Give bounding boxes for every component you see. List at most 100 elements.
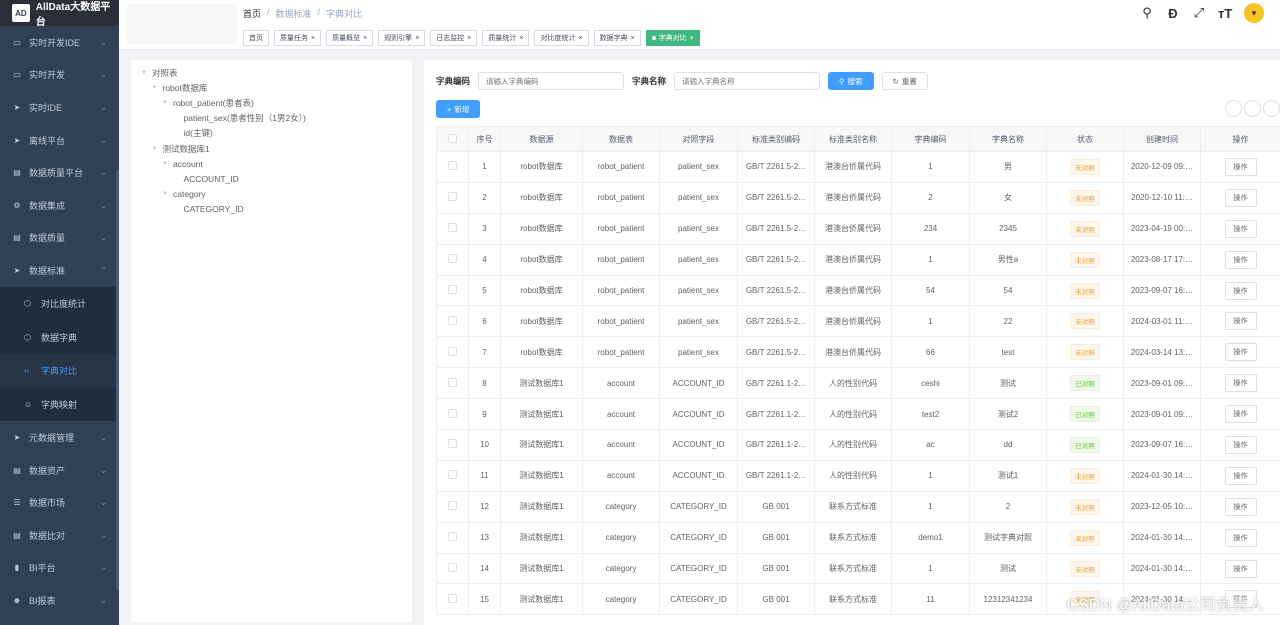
sidebar-item[interactable]: ☺ 字典映射 <box>0 388 119 422</box>
sidebar-item[interactable]: ▤ 数据质量平台 ⌄ <box>0 156 119 189</box>
sidebar-item[interactable]: ▭ 实时开发 ⌄ <box>0 59 119 92</box>
row-select-cell[interactable] <box>436 459 469 492</box>
row-checkbox[interactable] <box>448 470 457 480</box>
sidebar-item[interactable]: ▮ BI平台 ⌄ <box>0 552 119 585</box>
table-row[interactable]: 13 测试数据库1 category CATEGORY_ID GB 001 联系方式标准 d… <box>436 521 1280 554</box>
toggle-search-button[interactable] <box>1225 100 1242 117</box>
table-row[interactable]: 14 测试数据库1 category CATEGORY_ID GB 001 联系方式标准 1… <box>436 552 1280 585</box>
row-action-button[interactable]: 操作 <box>1224 559 1257 578</box>
table-row[interactable]: 8 测试数据库1 account ACCOUNT_ID GB/T 2261.1-2… 人的… <box>436 367 1280 400</box>
row-select-cell[interactable] <box>436 521 469 554</box>
tree-node[interactable]: id(主键) <box>131 126 412 141</box>
close-icon[interactable]: × <box>578 35 582 42</box>
tree-node[interactable]: patient_sex(患者性别（1男2女）) <box>131 111 412 126</box>
row-action-button[interactable]: 操作 <box>1224 435 1257 454</box>
row-checkbox[interactable] <box>448 285 457 294</box>
app-logo[interactable]: AD AllData大数据平台 <box>0 0 119 28</box>
tab-0[interactable]: 首页 <box>243 30 269 46</box>
refresh-button[interactable] <box>1244 100 1261 117</box>
close-icon[interactable]: × <box>631 35 635 42</box>
select-all-cell[interactable] <box>436 126 469 152</box>
close-icon[interactable]: × <box>690 35 694 42</box>
sidebar-item[interactable]: ▤ 数据质量 ⌄ <box>0 222 119 255</box>
row-action-button[interactable]: 操作 <box>1224 374 1257 393</box>
font-size-icon[interactable]: ᴛT <box>1218 6 1232 21</box>
table-row[interactable]: 5 robot数据库 robot_patient patient_sex GB/T 22… <box>436 274 1280 307</box>
row-action-button[interactable]: 操作 <box>1224 528 1257 547</box>
row-select-cell[interactable] <box>436 552 469 585</box>
sidebar-item[interactable]: ➤ 数据标准 ⌃ <box>0 254 119 287</box>
close-icon[interactable]: × <box>311 35 315 42</box>
caret-down-icon[interactable]: ▼ <box>150 146 160 152</box>
row-select-cell[interactable] <box>436 367 469 400</box>
sidebar-item[interactable]: ➤ 离线平台 ⌄ <box>0 124 119 157</box>
row-select-cell[interactable] <box>436 429 469 461</box>
close-icon[interactable]: × <box>415 35 419 42</box>
row-checkbox[interactable] <box>448 593 457 603</box>
sidebar-item[interactable]: ⬡ 对比度统计 <box>0 287 119 321</box>
table-row[interactable]: 12 测试数据库1 category CATEGORY_ID GB 001 联系方式标准 1… <box>436 490 1280 523</box>
table-row[interactable]: 10 测试数据库1 account ACCOUNT_ID GB/T 2261.1-2… 人… <box>436 429 1280 461</box>
row-action-button[interactable]: 操作 <box>1224 250 1257 269</box>
tree-node[interactable]: ▼ account <box>131 156 412 171</box>
sidebar-scrollbar[interactable] <box>116 170 119 590</box>
row-checkbox[interactable] <box>448 532 457 542</box>
tab-1[interactable]: 质量任务 × <box>274 30 322 46</box>
row-action-button[interactable]: 操作 <box>1224 405 1257 424</box>
close-icon[interactable]: × <box>519 35 523 42</box>
row-select-cell[interactable] <box>436 181 469 214</box>
tree-node[interactable]: CATEGORY_ID <box>131 202 412 217</box>
table-row[interactable]: 1 robot数据库 robot_patient patient_sex GB/T 22… <box>436 151 1280 183</box>
row-action-button[interactable]: 操作 <box>1224 312 1257 331</box>
tab-4[interactable]: 日志监控 × <box>430 30 478 46</box>
caret-down-icon[interactable]: ▼ <box>160 161 170 167</box>
sidebar-item[interactable]: ☻ BI报表 ⌄ <box>0 584 119 617</box>
row-action-button[interactable]: 操作 <box>1224 343 1257 362</box>
row-action-button[interactable]: 操作 <box>1224 157 1257 176</box>
sidebar-item[interactable]: ➤ 实时IDE ⌄ <box>0 91 119 124</box>
table-row[interactable]: 3 robot数据库 robot_patient patient_sex GB/T 22… <box>436 212 1280 245</box>
sidebar-item[interactable]: ➤ 元数据管理 ⌄ <box>0 421 119 454</box>
caret-down-icon[interactable]: ▼ <box>160 100 170 106</box>
document-icon[interactable]: Ɖ <box>1166 6 1180 21</box>
columns-button[interactable] <box>1263 100 1280 117</box>
caret-down-icon[interactable]: ▼ <box>160 191 170 197</box>
dict-code-input[interactable] <box>478 72 625 90</box>
row-checkbox[interactable] <box>448 161 457 171</box>
table-row[interactable]: 4 robot数据库 robot_patient patient_sex GB/T 22… <box>436 243 1280 276</box>
sidebar-item[interactable]: ☰ 数据市场 ⌄ <box>0 486 119 519</box>
row-checkbox[interactable] <box>448 346 457 356</box>
sidebar-item[interactable]: ⬡ 数据字典 <box>0 320 119 354</box>
sidebar-item[interactable]: ▤ 数据比对 ⌄ <box>0 519 119 552</box>
table-row[interactable]: 11 测试数据库1 account ACCOUNT_ID GB/T 2261.1-2… 人… <box>436 459 1280 492</box>
row-checkbox[interactable] <box>448 192 457 202</box>
fullscreen-icon[interactable]: ⤢ <box>1192 5 1206 21</box>
row-select-cell[interactable] <box>436 583 469 616</box>
row-action-button[interactable]: 操作 <box>1224 188 1257 207</box>
row-action-button[interactable]: 操作 <box>1224 497 1257 516</box>
row-checkbox[interactable] <box>448 315 457 325</box>
tab-7[interactable]: 数据字典 × <box>593 30 641 46</box>
tree-node[interactable]: ▼ 测试数据库1 <box>131 141 412 156</box>
row-checkbox[interactable] <box>448 377 457 387</box>
avatar[interactable]: ▾ <box>1244 3 1264 23</box>
breadcrumb-item[interactable]: 数据标准 <box>276 7 312 20</box>
row-checkbox[interactable] <box>448 501 457 511</box>
close-icon[interactable]: × <box>467 35 471 42</box>
tree-node[interactable]: ▼ 对照表 <box>131 65 412 80</box>
tab-2[interactable]: 质量概览 × <box>326 30 374 46</box>
sidebar-item[interactable]: ☻流程编排⌄ <box>0 617 119 625</box>
table-row[interactable]: 7 robot数据库 robot_patient patient_sex GB/T 22… <box>436 336 1280 369</box>
sidebar-item[interactable]: ▤ 数据资产 ⌄ <box>0 454 119 487</box>
select-all-checkbox[interactable] <box>448 133 457 143</box>
reset-button[interactable]: ↻ 重置 <box>881 72 928 90</box>
row-action-button[interactable]: 操作 <box>1224 219 1257 238</box>
dict-name-input[interactable] <box>674 72 821 90</box>
row-select-cell[interactable] <box>436 274 469 307</box>
sidebar-item[interactable]: ⚙ 数据集成 ⌄ <box>0 189 119 222</box>
row-checkbox[interactable] <box>448 408 457 418</box>
table-row[interactable]: 9 测试数据库1 account ACCOUNT_ID GB/T 2261.1-2… 人的… <box>436 398 1280 431</box>
row-checkbox[interactable] <box>448 563 457 573</box>
sidebar-item[interactable]: ▭ 实时开发IDE ⌄ <box>0 26 119 59</box>
breadcrumb-home[interactable]: 首页 <box>243 7 261 20</box>
